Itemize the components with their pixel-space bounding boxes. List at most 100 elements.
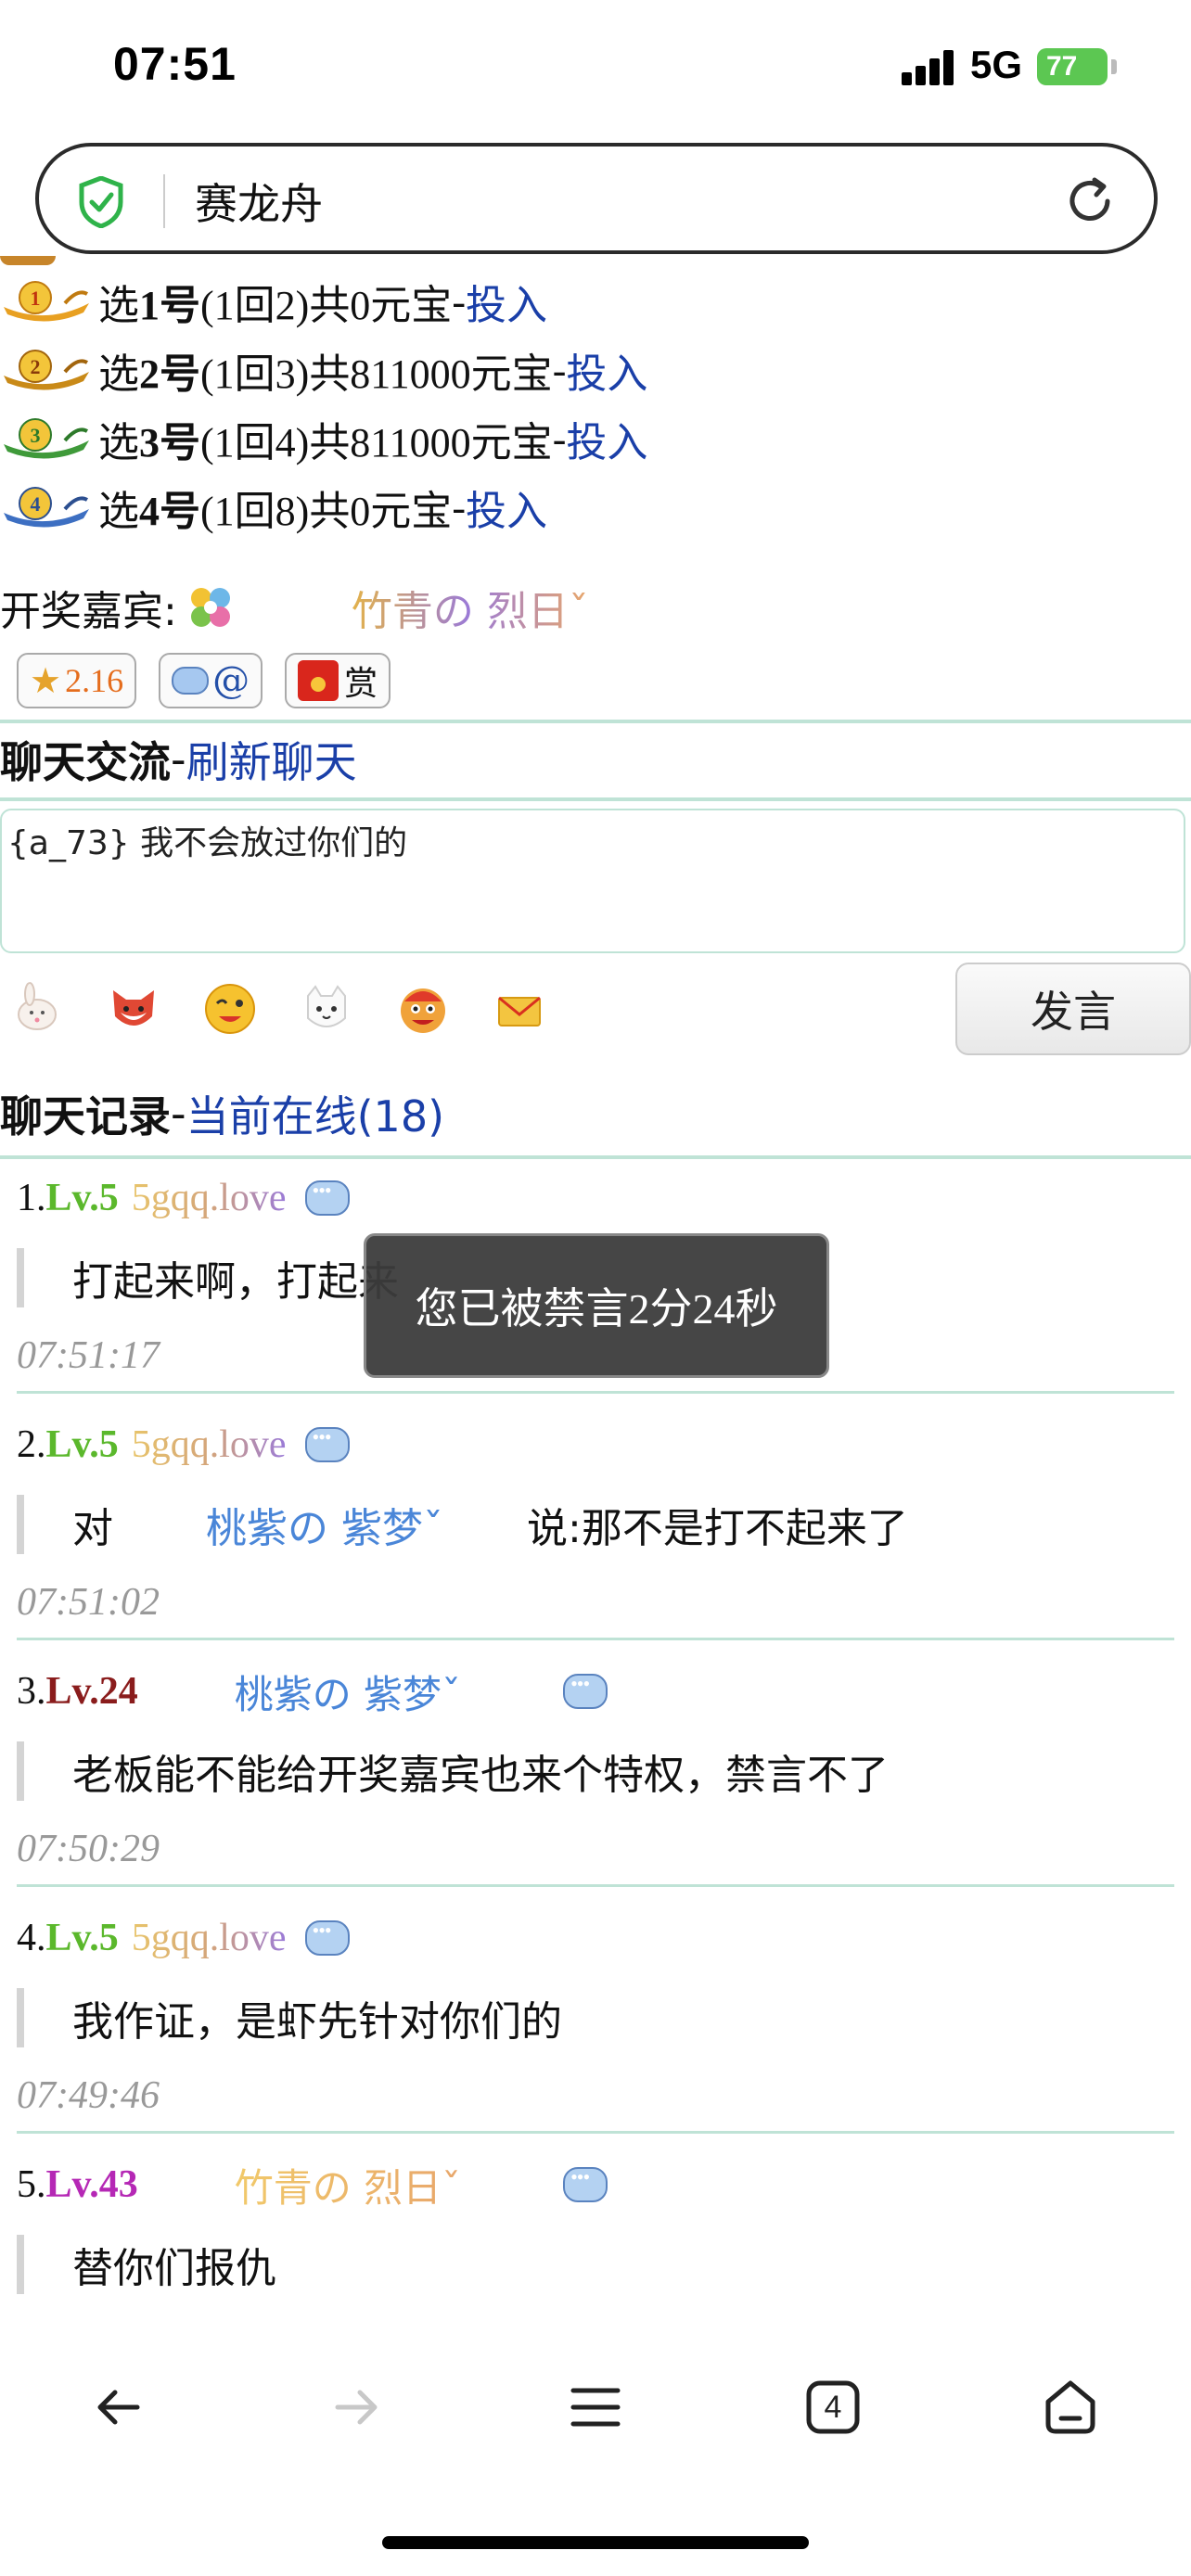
invest-link[interactable]: 投入: [566, 340, 647, 400]
message-index: 2.: [17, 1423, 46, 1466]
score-value: 2.16: [65, 662, 124, 699]
reload-icon[interactable]: [1063, 174, 1117, 228]
message-body: 我作证，是虾先针对你们的: [17, 1988, 1174, 2047]
boat-badge-number: 3: [31, 424, 41, 447]
star-icon: ★: [30, 660, 62, 701]
wink-emoji-icon[interactable]: [202, 981, 258, 1037]
reply-bubble-icon[interactable]: [563, 1672, 608, 1709]
back-button[interactable]: [82, 2370, 156, 2444]
bunny-emoji-icon[interactable]: [9, 981, 65, 1037]
mute-toast: 您已被禁言2分24秒: [364, 1233, 829, 1378]
boat-pick: 选: [98, 351, 139, 398]
boat-number: 4号: [139, 489, 200, 534]
boat-row: 4 选 4号 (1回8) 共0元宝 - 投入: [0, 475, 547, 540]
message-time: 07:51:02: [17, 1581, 160, 1624]
dragon-boat-icon: 2: [4, 350, 89, 390]
message-header: 2. Lv.5 5gqq.love: [17, 1415, 1174, 1474]
address-bar[interactable]: 赛龙舟: [35, 143, 1158, 254]
message-index: 3.: [17, 1670, 46, 1713]
fox-emoji-icon[interactable]: [106, 981, 161, 1037]
message-body: 对 桃紫の 紫梦ˇ 说:那不是打不起来了: [17, 1495, 1174, 1554]
message-header: 4. Lv.5 5gqq.love: [17, 1908, 1174, 1968]
envelope-emoji-icon[interactable]: [492, 981, 547, 1037]
user-level: Lv.5: [45, 1423, 119, 1466]
user-level: Lv.5: [45, 1177, 119, 1219]
address-divider: [163, 174, 165, 228]
host-name[interactable]: 竹青の 烈日ˇ: [352, 578, 589, 637]
status-bar: 07:51 5G 77: [0, 0, 1191, 130]
tabs-count: 4: [824, 2389, 842, 2425]
at-label: @: [212, 659, 250, 702]
lion-dance-emoji-icon[interactable]: [395, 981, 451, 1037]
score-badge[interactable]: ★ 2.16: [17, 653, 137, 708]
bottom-toolbar: 4: [0, 2315, 1191, 2500]
menu-button[interactable]: [558, 2370, 633, 2444]
network-label: 5G: [970, 43, 1023, 86]
message-body-prefix: 对: [72, 1505, 113, 1552]
records-section-label: 聊天记录: [0, 1091, 171, 1141]
message-body: 替你们报仇: [17, 2235, 1174, 2294]
home-button[interactable]: [1033, 2370, 1108, 2444]
forward-arrow-icon: [335, 2390, 378, 2425]
menu-icon: [570, 2388, 621, 2427]
reply-bubble-icon[interactable]: [304, 1179, 350, 1216]
message-index: 4.: [17, 1917, 46, 1959]
shield-icon: [79, 176, 123, 228]
message-time: 07:50:29: [17, 1828, 160, 1870]
boat-sep: -: [452, 278, 466, 325]
cat-emoji-icon[interactable]: [299, 981, 354, 1037]
home-indicator: [382, 2536, 809, 2549]
mentioned-user[interactable]: 桃紫の 紫梦ˇ: [206, 1495, 443, 1554]
boat-number: 2号: [139, 351, 200, 397]
chat-section-label: 聊天交流: [0, 737, 171, 787]
tabs-button[interactable]: 4: [796, 2370, 870, 2444]
section-divider: [0, 797, 1191, 801]
user-name[interactable]: 5gqq.love: [132, 1916, 287, 1960]
message-header: 5. Lv.43 竹青の 烈日ˇ: [17, 2155, 1174, 2214]
signal-icon: [902, 48, 957, 85]
badge-row: ★ 2.16 @ 赏: [17, 653, 391, 708]
reply-bubble-icon[interactable]: [304, 1919, 350, 1956]
boat-pick: 选: [98, 488, 139, 535]
invest-link[interactable]: 投入: [566, 409, 647, 468]
reward-label: 赏: [344, 665, 378, 703]
section-divider: [0, 1155, 1191, 1159]
boat-badge-number: 1: [31, 287, 41, 310]
chat-section-sep: -: [171, 734, 186, 784]
message-divider: [17, 1638, 1174, 1640]
invest-link[interactable]: 投入: [466, 478, 547, 537]
dragon-boat-icon: 3: [4, 418, 89, 459]
boat-badge-number: 4: [31, 492, 41, 516]
boat-sep: -: [552, 415, 567, 462]
chat-input[interactable]: {a_73} 我不会放过你们的: [0, 809, 1185, 953]
red-envelope-icon: [298, 660, 339, 701]
section-divider: [0, 720, 1191, 723]
message-header: 1. Lv.5 5gqq.love: [17, 1168, 1174, 1228]
send-button[interactable]: 发言: [955, 963, 1191, 1055]
boat-sep: -: [552, 347, 567, 393]
chat-bubble-icon: [172, 667, 210, 695]
reply-bubble-icon[interactable]: [304, 1425, 350, 1462]
user-name[interactable]: 桃紫の 紫梦ˇ: [235, 1664, 461, 1720]
chat-message: 5. Lv.43 竹青の 烈日ˇ 替你们报仇: [17, 2155, 1174, 2294]
invest-link[interactable]: 投入: [466, 272, 547, 331]
mention-badge[interactable]: @: [159, 653, 263, 708]
refresh-chat-link[interactable]: 刷新聊天: [186, 729, 357, 790]
battery-icon: 77: [1037, 48, 1108, 85]
user-name[interactable]: 竹青の 烈日ˇ: [235, 2157, 461, 2213]
boat-sep: -: [452, 484, 466, 530]
boat-odds: (1回2): [200, 283, 310, 328]
forward-button[interactable]: [319, 2370, 393, 2444]
user-name[interactable]: 5gqq.love: [132, 1176, 287, 1220]
reward-badge[interactable]: 赏: [285, 653, 391, 708]
dragon-boat-icon: 4: [4, 487, 89, 528]
reply-bubble-icon[interactable]: [563, 2165, 608, 2202]
boat-odds: (1回3): [200, 351, 310, 397]
flower-icon: [190, 588, 230, 627]
online-count-link[interactable]: 当前在线(18): [186, 1083, 444, 1144]
boat-row: 3 选 3号 (1回4) 共811000元宝 - 投入: [0, 406, 647, 471]
address-text[interactable]: 赛龙舟: [195, 171, 323, 232]
records-section-sep: -: [171, 1089, 186, 1139]
user-name[interactable]: 5gqq.love: [132, 1422, 287, 1467]
user-level: Lv.24: [45, 1670, 138, 1713]
